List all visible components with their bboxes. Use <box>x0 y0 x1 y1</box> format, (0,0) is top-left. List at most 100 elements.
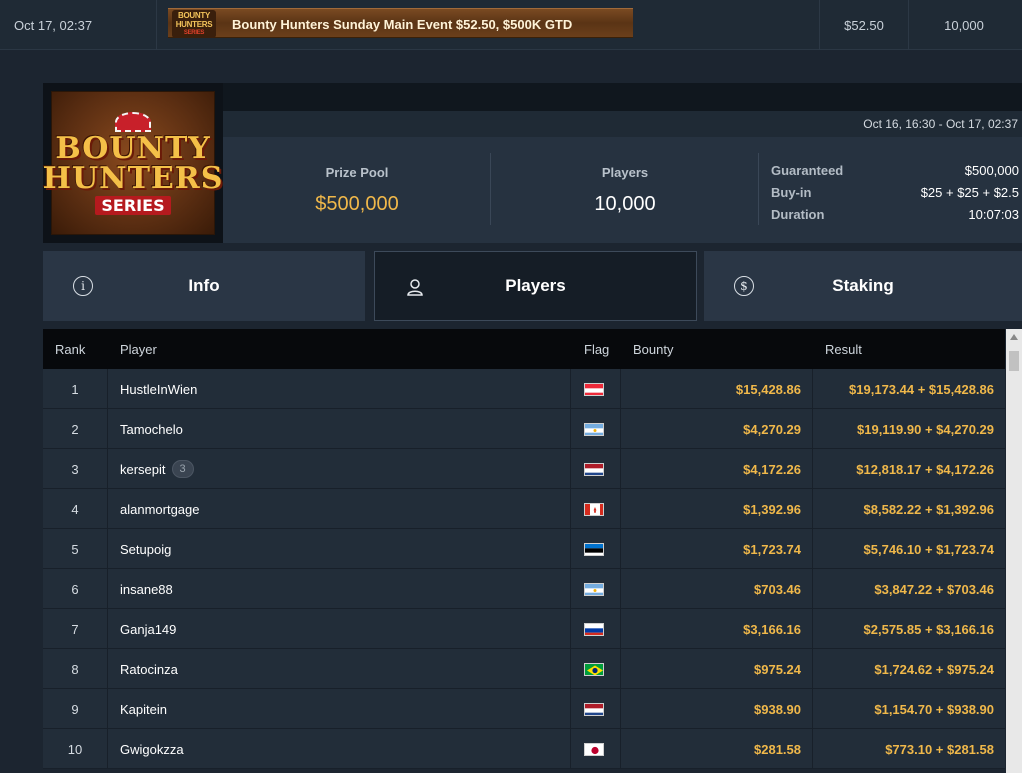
player-name[interactable]: Ratocinza <box>120 662 178 677</box>
player-name[interactable]: insane88 <box>120 582 173 597</box>
player-cell[interactable]: HustleInWien <box>120 369 197 409</box>
table-row[interactable]: 2 Tamochelo $4,270.29 $19,119.90 + $4,27… <box>43 409 1005 449</box>
bounty-hunters-logo: BOUNTY HUNTERS SERIES <box>172 10 216 38</box>
result-cell: $12,818.17 + $4,172.26 <box>856 461 994 477</box>
detail-key: Guaranteed <box>771 162 844 178</box>
tournament-details-list: Guaranteed $500,000 Buy-in $25 + $25 + $… <box>771 159 1019 225</box>
result-cell: $2,575.85 + $3,166.16 <box>863 621 994 637</box>
tab-info[interactable]: i Info <box>43 251 365 321</box>
table-scrollbar[interactable] <box>1006 329 1022 773</box>
tournament-buyin: $52.50 <box>844 17 884 33</box>
divider <box>107 729 108 769</box>
rank-cell: 6 <box>71 581 79 597</box>
bounty-cell: $281.58 <box>754 741 801 757</box>
player-name[interactable]: Gwigokzza <box>120 742 184 757</box>
table-row[interactable]: 6 insane88 $703.46 $3,847.22 + $703.46 <box>43 569 1005 609</box>
divider <box>107 449 108 489</box>
detail-value: 10:07:03 <box>968 206 1019 222</box>
bounty-hunters-series-logo: BOUNTY HUNTERS SERIES <box>43 91 222 235</box>
flag-cell <box>584 489 604 529</box>
result-cell: $3,847.22 + $703.46 <box>874 581 994 597</box>
argentina-flag-icon <box>584 582 604 596</box>
bounty-cell: $15,428.86 <box>735 381 801 397</box>
scrollbar-thumb[interactable] <box>1009 351 1019 371</box>
player-name[interactable]: HustleInWien <box>120 382 197 397</box>
tournament-list-row[interactable]: Oct 17, 02:37 BOUNTY HUNTERS SERIES Boun… <box>0 0 1022 50</box>
player-badge: 3 <box>171 460 194 478</box>
divider <box>107 689 108 729</box>
result-cell: $773.10 + $281.58 <box>885 741 994 757</box>
table-row[interactable]: 8 Ratocinza $975.24 $1,724.62 + $975.24 <box>43 649 1005 689</box>
flag-cell <box>584 569 604 609</box>
logo-text: SERIES <box>183 29 205 36</box>
table-row[interactable]: 3 kersepit 3 $4,172.26 $12,818.17 + $4,1… <box>43 449 1005 489</box>
tab-label: Staking <box>832 276 894 295</box>
flag-cell <box>584 609 604 649</box>
result-cell: $1,724.62 + $975.24 <box>874 661 994 677</box>
table-row[interactable]: 10 Gwigokzza $281.58 $773.10 + $281.58 <box>43 729 1005 769</box>
detail-value: $500,000 <box>964 162 1019 178</box>
result-cell: $1,154.70 + $938.90 <box>874 701 994 717</box>
player-cell[interactable]: Setupoig <box>120 529 171 569</box>
player-name[interactable]: Tamochelo <box>120 422 183 437</box>
rank-cell: 4 <box>71 501 79 517</box>
column-header-bounty[interactable]: Bounty <box>633 329 673 369</box>
detail-key: Duration <box>771 206 825 222</box>
prize-pool-value: $500,000 <box>315 193 399 215</box>
player-name[interactable]: Kapitein <box>120 702 167 717</box>
tournament-date-range: Oct 16, 16:30 - Oct 17, 02:37 <box>223 111 1022 137</box>
divider <box>570 609 571 649</box>
column-header-rank[interactable]: Rank <box>55 329 85 369</box>
estonia-flag-icon <box>584 542 604 556</box>
players-label: Players <box>601 165 649 180</box>
table-row[interactable]: 5 Setupoig $1,723.74 $5,746.10 + $1,723.… <box>43 529 1005 569</box>
tournament-name: Bounty Hunters Sunday Main Event $52.50,… <box>232 16 573 32</box>
logo-text: HUNTERS <box>42 160 224 196</box>
player-cell[interactable]: Tamochelo <box>120 409 183 449</box>
player-cell[interactable]: Kapitein <box>120 689 167 729</box>
player-cell[interactable]: alanmortgage <box>120 489 200 529</box>
bounty-cell: $4,270.29 <box>743 421 801 437</box>
divider <box>758 153 759 225</box>
player-cell[interactable]: insane88 <box>120 569 173 609</box>
bounty-cell: $3,166.16 <box>743 621 801 637</box>
rank-cell: 2 <box>71 421 79 437</box>
flag-cell <box>584 729 604 769</box>
detail-value: $25 + $25 + $2.5 <box>920 184 1019 200</box>
divider <box>156 0 157 50</box>
player-cell[interactable]: Gwigokzza <box>120 729 184 769</box>
column-header-player[interactable]: Player <box>120 329 157 369</box>
table-row[interactable]: 7 Ganja149 $3,166.16 $2,575.85 + $3,166.… <box>43 609 1005 649</box>
tournament-banner[interactable]: BOUNTY HUNTERS SERIES Bounty Hunters Sun… <box>168 8 633 38</box>
info-icon: i <box>73 276 93 296</box>
bounty-cell: $1,723.74 <box>743 541 801 557</box>
player-cell[interactable]: kersepit 3 <box>120 449 194 489</box>
detail-row-guaranteed: Guaranteed $500,000 <box>771 159 1019 181</box>
tab-staking[interactable]: $ Staking <box>704 251 1022 321</box>
player-name[interactable]: Setupoig <box>120 542 171 557</box>
poker-chip-icon <box>115 111 151 132</box>
brazil-flag-icon <box>584 662 604 676</box>
player-name[interactable]: kersepit <box>120 462 166 477</box>
logo-text: HUNTERS <box>175 19 213 29</box>
table-row[interactable]: 4 alanmortgage $1,392.96 $8,582.22 + $1,… <box>43 489 1005 529</box>
column-header-result[interactable]: Result <box>825 329 862 369</box>
player-cell[interactable]: Ratocinza <box>120 649 178 689</box>
divider <box>570 409 571 449</box>
result-cell: $19,119.90 + $4,270.29 <box>857 421 994 437</box>
flag-cell <box>584 689 604 729</box>
header-strip <box>223 83 1022 111</box>
table-row[interactable]: 9 Kapitein $938.90 $1,154.70 + $938.90 <box>43 689 1005 729</box>
canada-flag-icon <box>584 502 604 516</box>
player-name[interactable]: Ganja149 <box>120 622 176 637</box>
tab-players[interactable]: Players <box>374 251 697 321</box>
table-row[interactable]: 1 HustleInWien $15,428.86 $19,173.44 + $… <box>43 369 1005 409</box>
divider <box>570 449 571 489</box>
column-header-flag[interactable]: Flag <box>584 329 609 369</box>
table-header: Rank Player Flag Bounty Result <box>43 329 1005 369</box>
user-icon <box>405 277 425 297</box>
player-name[interactable]: alanmortgage <box>120 502 200 517</box>
divider <box>107 609 108 649</box>
scroll-up-icon[interactable] <box>1010 334 1018 340</box>
player-cell[interactable]: Ganja149 <box>120 609 176 649</box>
